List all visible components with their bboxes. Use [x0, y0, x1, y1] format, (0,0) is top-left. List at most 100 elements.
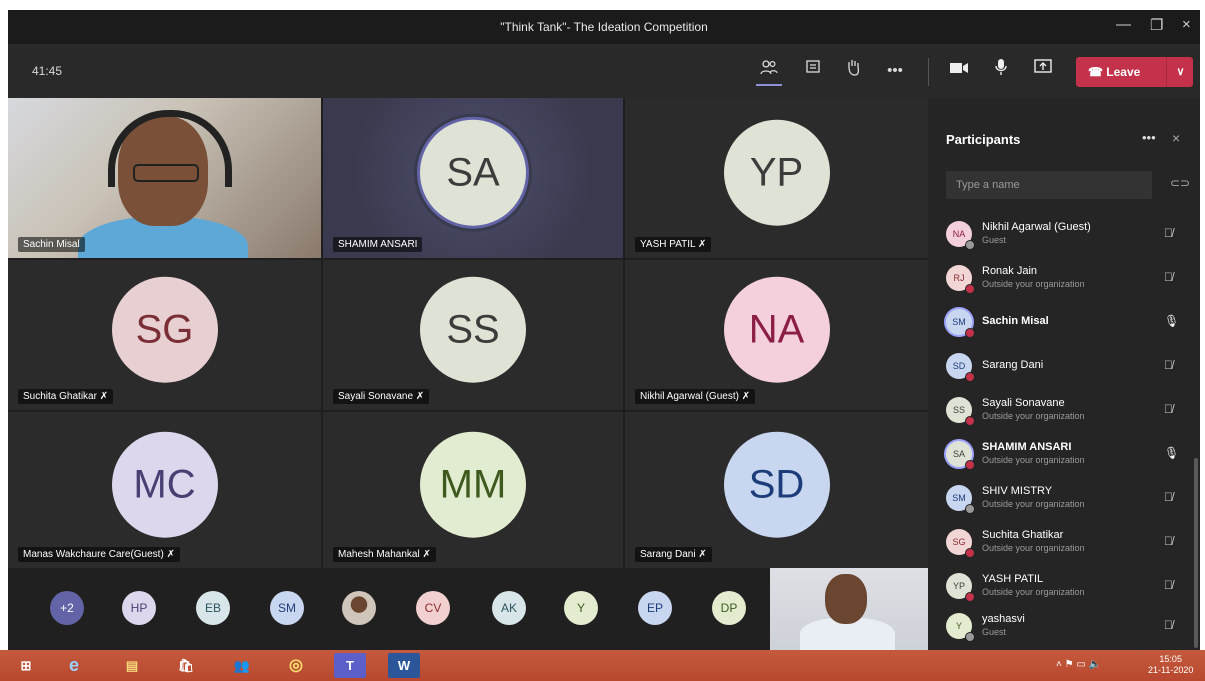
tile-avatar: SD — [723, 431, 830, 538]
mic-off-icon: ✗ — [422, 549, 431, 560]
participant-chip[interactable]: HP — [122, 591, 156, 625]
participant-chip[interactable]: SM — [270, 591, 304, 625]
self-view-video[interactable] — [770, 568, 928, 650]
chrome-icon[interactable]: ◎ — [280, 653, 312, 678]
mic-off-icon[interactable]: 🎙̸ — [1164, 358, 1173, 372]
mic-off-icon: ✗ — [698, 549, 707, 560]
tile-name: Sachin Misal — [18, 237, 85, 252]
system-tray[interactable]: ˄ ⚑ ▭ 🔈 — [1056, 659, 1101, 670]
participant-search-input[interactable] — [946, 171, 1152, 199]
video-tile-sayali-sonavane[interactable]: SS Sayali Sonavane ✗ — [323, 260, 623, 410]
presence-badge — [965, 592, 975, 602]
participant-photo-chip[interactable] — [342, 591, 376, 625]
participant-row[interactable]: YP YASH PATIL Outside your organization … — [928, 566, 1190, 610]
participant-chip[interactable]: EB — [196, 591, 230, 625]
video-tile-sachin-misal[interactable]: Sachin Misal — [8, 98, 321, 258]
mic-off-icon[interactable]: 🎙̸ — [1164, 226, 1173, 240]
video-grid: Sachin Misal SA SHAMIM ANSARI YP YASH PA… — [8, 98, 928, 568]
panel-more-icon[interactable]: ••• — [1142, 130, 1156, 145]
video-tile-sarang-dani[interactable]: SD Sarang Dani ✗ — [625, 412, 928, 568]
participant-row[interactable]: Y yashasvi Guest 🎙̸ — [928, 606, 1190, 650]
more-options-icon[interactable]: ••• — [882, 58, 908, 84]
mic-off-icon[interactable]: 🎙̸ — [1164, 270, 1173, 284]
video-tile-manas-wakchaure[interactable]: MC Manas Wakchaure Care(Guest) ✗ — [8, 412, 321, 568]
mic-off-icon[interactable]: 🎙̸ — [1164, 578, 1173, 592]
participant-row[interactable]: SM Sachin Misal 🎙 — [928, 302, 1190, 346]
panel-close-icon[interactable]: × — [1172, 130, 1180, 146]
chat-icon[interactable] — [800, 58, 826, 84]
mic-off-icon[interactable]: 🎙̸ — [1164, 490, 1173, 504]
participant-chip[interactable]: DP — [712, 591, 746, 625]
meeting-timer: 41:45 — [32, 64, 63, 78]
windows-start-icon[interactable]: ⊞ — [10, 653, 42, 678]
presence-badge — [965, 284, 975, 294]
mic-on-icon[interactable]: 🎙 — [1164, 314, 1179, 328]
leave-options-chevron-icon[interactable]: ∨ — [1166, 57, 1194, 87]
panel-scrollbar[interactable] — [1194, 458, 1198, 648]
video-tile-yash-patil[interactable]: YP YASH PATIL ✗ — [625, 98, 928, 258]
mic-off-icon: ✗ — [99, 391, 109, 402]
close-icon[interactable]: × — [1182, 16, 1191, 33]
link-icon[interactable]: ⊂⊃ — [1170, 176, 1190, 190]
teams-icon[interactable]: T — [334, 653, 366, 678]
share-screen-icon[interactable] — [1030, 58, 1056, 84]
edge-icon[interactable]: e — [58, 653, 90, 678]
system-clock[interactable]: 15:05 21-11-2020 — [1148, 654, 1193, 676]
title-bar: "Think Tank"- The Ideation Competition —… — [8, 10, 1200, 44]
camera-icon[interactable] — [946, 58, 972, 84]
teams-meeting-window: "Think Tank"- The Ideation Competition —… — [8, 10, 1200, 650]
toolbar-divider — [928, 58, 929, 86]
participant-row[interactable]: RJ Ronak Jain Outside your organization … — [928, 258, 1190, 302]
tile-avatar: MC — [111, 431, 218, 538]
mic-off-icon[interactable]: 🎙̸ — [1164, 534, 1173, 548]
participant-chip[interactable]: Y — [564, 591, 598, 625]
participant-role: Outside your organization — [982, 411, 1085, 421]
mic-off-icon[interactable]: 🎙̸ — [1164, 618, 1173, 632]
participant-row[interactable]: NA Nikhil Agarwal (Guest) Guest 🎙̸ — [928, 214, 1190, 258]
mic-off-icon: ✗ — [415, 391, 425, 402]
participant-row[interactable]: SM SHIV MISTRY Outside your organization… — [928, 478, 1190, 522]
participant-chip[interactable]: EP — [638, 591, 672, 625]
panel-title: Participants — [946, 132, 1021, 147]
minimize-icon[interactable]: — — [1116, 16, 1131, 33]
presence-badge — [965, 372, 975, 382]
participant-row[interactable]: SD Sarang Dani 🎙̸ — [928, 346, 1190, 390]
participant-name: Suchita Ghatikar — [982, 529, 1064, 541]
people-icon[interactable] — [756, 58, 782, 86]
store-icon[interactable]: 🛍 — [170, 653, 202, 678]
people-app-icon[interactable]: 👥 — [226, 653, 258, 678]
mic-icon[interactable] — [988, 58, 1014, 84]
tile-avatar: NA — [723, 276, 830, 383]
mic-off-icon: ✗ — [741, 391, 751, 402]
tile-name-tag: Suchita Ghatikar ✗ — [18, 389, 114, 404]
mic-off-icon[interactable]: 🎙̸ — [1164, 402, 1173, 416]
participant-role: Outside your organization — [982, 499, 1085, 509]
presence-badge — [965, 504, 975, 514]
leave-button[interactable]: ☎ Leave ∨ — [1076, 57, 1193, 87]
video-tile-nikhil-agarwal[interactable]: NA Nikhil Agarwal (Guest) ✗ — [625, 260, 928, 410]
participant-row[interactable]: SG Suchita Ghatikar Outside your organiz… — [928, 522, 1190, 566]
video-tile-mahesh-mahankal[interactable]: MM Mahesh Mahankal ✗ — [323, 412, 623, 568]
overflow-count-chip[interactable]: +2 — [50, 591, 84, 625]
word-icon[interactable]: W — [388, 653, 420, 678]
raise-hand-icon[interactable] — [840, 58, 866, 84]
participant-chip[interactable]: AK — [492, 591, 526, 625]
video-tile-suchita-ghatikar[interactable]: SG Suchita Ghatikar ✗ — [8, 260, 321, 410]
tile-avatar: YP — [723, 119, 830, 226]
presence-badge — [965, 548, 975, 558]
participant-row[interactable]: SS Sayali Sonavane Outside your organiza… — [928, 390, 1190, 434]
mic-on-icon[interactable]: 🎙 — [1164, 446, 1179, 460]
tile-avatar: MM — [420, 431, 526, 538]
participant-chip[interactable]: CV — [416, 591, 450, 625]
participant-row[interactable]: SA SHAMIM ANSARI Outside your organizati… — [928, 434, 1190, 478]
presence-badge — [965, 460, 975, 470]
restore-icon[interactable]: ❐ — [1150, 16, 1163, 34]
participant-name: Nikhil Agarwal (Guest) — [982, 221, 1091, 233]
participant-name: Sayali Sonavane — [982, 397, 1065, 409]
participant-role: Guest — [982, 627, 1007, 637]
phone-hangup-icon: ☎ — [1088, 65, 1107, 79]
participant-name: Sarang Dani — [982, 359, 1044, 371]
video-tile-shamim-ansari[interactable]: SA SHAMIM ANSARI — [323, 98, 623, 258]
participant-name: Sachin Misal — [982, 315, 1049, 327]
file-explorer-icon[interactable]: ▤ — [116, 653, 148, 678]
